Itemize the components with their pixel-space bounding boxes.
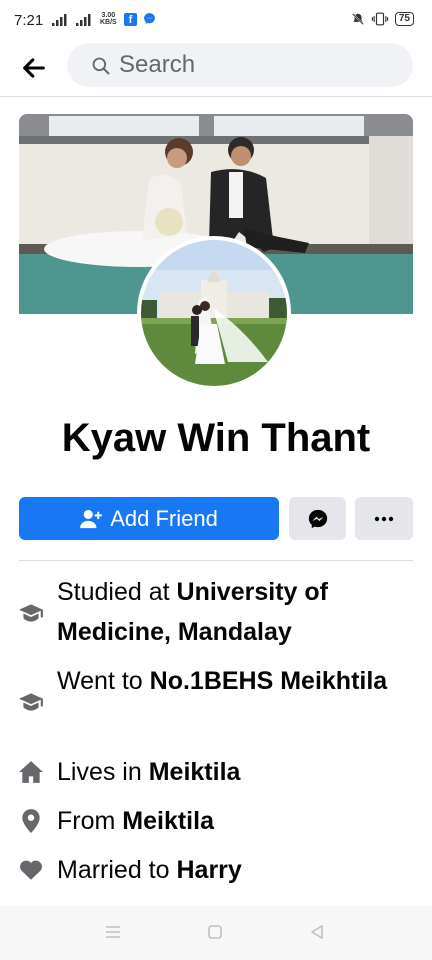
- intro-text: From Meiktila: [57, 801, 397, 841]
- search-icon: [92, 57, 110, 75]
- back-nav-button[interactable]: [308, 923, 328, 943]
- signal-icon: [52, 13, 96, 31]
- triangle-back-icon: [311, 925, 323, 939]
- network-speed-unit: KB/S: [100, 19, 117, 26]
- intro-text: Lives in Meiktila: [57, 752, 397, 792]
- mute-icon: [352, 13, 364, 25]
- battery-icon: 75: [394, 12, 414, 26]
- add-friend-label: Add Friend: [110, 505, 218, 531]
- intro-value: Harry: [176, 856, 242, 884]
- heart-icon: [20, 860, 42, 880]
- top-header: [0, 40, 432, 97]
- intro-text: Went to No.1BEHS Meikhtila: [57, 661, 397, 701]
- system-navigation-bar: [0, 906, 432, 960]
- messenger-notification-icon: [143, 12, 156, 30]
- intro-prefix: From: [57, 807, 123, 835]
- graduation-cap-icon: [19, 604, 43, 622]
- search-bar[interactable]: [67, 43, 413, 87]
- add-friend-button[interactable]: Add Friend: [19, 497, 279, 540]
- profile-picture[interactable]: [137, 236, 291, 390]
- home-icon: [19, 761, 43, 783]
- status-right-icons: 75: [351, 12, 414, 26]
- menu-icon: [106, 926, 120, 938]
- intro-value: Meiktila: [148, 758, 241, 786]
- intro-prefix: Went to: [57, 667, 150, 695]
- square-icon: [208, 925, 222, 939]
- more-icon: [374, 516, 394, 521]
- recent-apps-button[interactable]: [104, 923, 124, 943]
- intro-prefix: Studied at: [57, 578, 177, 606]
- back-arrow-icon: [23, 58, 45, 78]
- location-pin-icon: [22, 809, 40, 833]
- search-input[interactable]: [119, 49, 389, 81]
- status-time: 7:21: [14, 12, 44, 29]
- profile-name: Kyaw Win Thant: [61, 416, 371, 460]
- section-divider: [19, 560, 413, 561]
- status-bar: 7:21 3.00 KB/S f 75: [0, 0, 432, 40]
- network-speed-value: 3.00: [101, 12, 116, 19]
- intro-text: Studied at University of Medicine, Manda…: [57, 572, 397, 652]
- intro-prefix: Married to: [57, 856, 177, 884]
- intro-prefix: Lives in: [57, 758, 149, 786]
- vibrate-icon: [371, 12, 389, 26]
- add-friend-icon: [80, 509, 103, 528]
- messenger-icon: [308, 509, 327, 528]
- network-speed: 3.00 KB/S: [100, 12, 117, 26]
- more-options-button[interactable]: [355, 497, 413, 540]
- intro-text: Married to Harry: [57, 850, 397, 890]
- intro-value: Meiktila: [122, 807, 214, 835]
- home-button[interactable]: [206, 923, 226, 943]
- message-button[interactable]: [289, 497, 346, 540]
- graduation-cap-icon: [19, 693, 43, 711]
- back-button[interactable]: [20, 54, 48, 82]
- intro-value: No.1BEHS Meikhtila: [149, 667, 388, 695]
- facebook-notification-icon: f: [124, 13, 137, 26]
